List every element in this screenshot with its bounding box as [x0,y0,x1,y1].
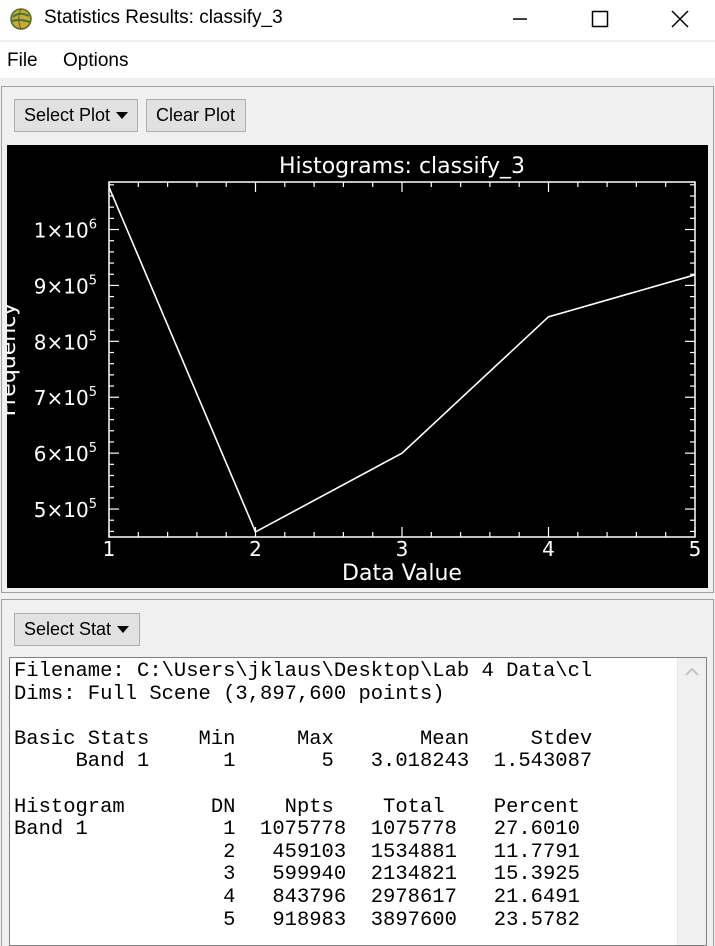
select-stat-label: Select Stat [24,619,112,639]
minimize-button[interactable] [497,0,543,38]
y-tick-label: 6×105 [34,441,97,466]
y-tick-label: 1×106 [34,218,97,243]
y-tick-exponent: 6 [89,218,97,233]
x-axis-label: Data Value [342,561,462,586]
y-tick-exponent: 5 [89,385,97,400]
menu-bar: File Options [0,42,715,78]
scroll-up-icon [685,667,699,676]
y-tick-exponent: 5 [89,273,97,288]
histogram-chart: Histograms: classify_31 2 3 4 55×1056×1057×1… [7,154,702,586]
y-tick-exponent: 5 [89,441,97,456]
x-tick-label: 2 [249,537,262,561]
vertical-scrollbar[interactable] [677,658,706,945]
histogram-plot[interactable]: Histograms: classify_3 1 2 3 4 5 5×105 6×105 7×1… [7,145,708,588]
maximize-button[interactable] [577,0,623,38]
y-axis-label: Frequency [7,303,21,417]
y-tick-label: 8×105 [34,329,97,354]
chart-title: Histograms: classify_3 [279,154,525,179]
select-stat-button[interactable]: Select Stat [14,613,140,646]
clear-plot-button[interactable]: Clear Plot [146,99,246,132]
menu-options[interactable]: Options [63,50,128,72]
y-tick-label: 9×105 [34,273,97,298]
x-tick-label: 5 [689,537,702,561]
y-tick-exponent: 5 [89,497,97,512]
y-tick-label: 5×105 [34,497,97,522]
stats-report: Filename: C:\Users\jklaus\Desktop\Lab 4 … [14,660,593,932]
x-tick-label: 4 [542,537,555,561]
y-tick-exponent: 5 [89,329,97,344]
chevron-down-icon [117,626,130,633]
x-tick-label: 1 [103,537,116,561]
window-title: Statistics Results: classify_3 [44,7,283,28]
globe-app-icon [10,8,32,30]
stats-text-area[interactable]: Filename: C:\Users\jklaus\Desktop\Lab 4 … [9,657,707,946]
maximize-icon [591,10,609,28]
minimize-icon [513,18,527,20]
close-icon [671,10,689,28]
y-tick-label: 7×105 [34,385,97,410]
plot-frame [108,181,696,538]
menu-file[interactable]: File [7,50,38,72]
x-tick-label: 3 [396,537,409,561]
close-button[interactable] [657,0,703,38]
select-plot-button[interactable]: Select Plot [14,99,138,132]
title-bar: Statistics Results: classify_3 [0,0,715,40]
select-plot-label: Select Plot [24,105,111,125]
clear-plot-label: Clear Plot [156,105,236,125]
chevron-down-icon [116,112,129,119]
histogram-line [108,186,696,534]
